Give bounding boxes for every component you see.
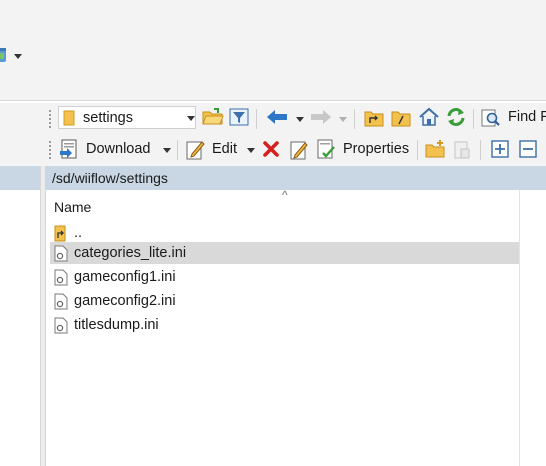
sort-indicator-icon: ^ <box>282 188 288 202</box>
root-directory-icon[interactable] <box>391 109 411 130</box>
file-list[interactable]: ^ Name .. categories_lite.ini gameconfig… <box>46 188 546 466</box>
download-button[interactable]: Download <box>86 141 151 157</box>
open-folder-icon[interactable] <box>202 108 224 129</box>
new-file-icon[interactable] <box>452 140 472 163</box>
rename-icon[interactable] <box>289 139 309 164</box>
top-toolbar <box>0 0 546 101</box>
refresh-icon[interactable] <box>445 107 467 130</box>
edit-dropdown-caret[interactable] <box>247 148 255 153</box>
current-path: /sd/wiiflow/settings <box>52 170 168 186</box>
back-arrow-icon[interactable] <box>266 109 288 128</box>
back-dropdown-caret[interactable] <box>296 117 304 122</box>
ini-file-icon <box>53 269 69 286</box>
folder-combo-value: settings <box>83 110 133 126</box>
toolbar-separator <box>354 109 355 129</box>
list-item[interactable]: titlesdump.ini <box>50 314 519 336</box>
action-toolbar: Download Edit Properties <box>0 135 546 167</box>
folder-combo[interactable]: settings <box>58 106 196 129</box>
toolbar-separator <box>256 109 257 129</box>
chevron-down-icon[interactable] <box>187 116 195 121</box>
left-pane-header <box>0 166 40 190</box>
collapse-icon[interactable] <box>519 140 537 161</box>
ini-file-icon <box>53 245 69 262</box>
list-item[interactable]: categories_lite.ini <box>50 242 519 264</box>
toolbar-separator <box>473 109 474 129</box>
find-icon[interactable] <box>481 108 501 131</box>
toolbar-grip <box>49 141 53 159</box>
download-icon[interactable] <box>59 139 79 164</box>
ini-file-icon <box>53 317 69 334</box>
folder-icon <box>63 110 75 129</box>
home-icon[interactable] <box>418 107 440 130</box>
properties-button[interactable]: Properties <box>343 141 409 157</box>
parent-folder-icon <box>53 225 69 242</box>
file-name: categories_lite.ini <box>74 245 187 261</box>
toolbar-separator <box>480 140 481 160</box>
file-name: gameconfig2.ini <box>74 293 176 309</box>
find-button[interactable]: Find F <box>508 109 546 125</box>
new-folder-icon[interactable] <box>425 139 447 162</box>
download-dropdown-caret[interactable] <box>163 148 171 153</box>
forward-arrow-icon[interactable] <box>310 109 332 128</box>
properties-icon[interactable] <box>316 139 336 164</box>
toolbar-separator <box>417 140 418 160</box>
parent-directory-icon[interactable] <box>364 109 384 130</box>
nav-toolbar: settings Find F <box>0 103 546 135</box>
toolbar-grip <box>49 110 53 128</box>
ini-file-icon <box>53 293 69 310</box>
sync-dropdown-caret[interactable] <box>14 54 22 59</box>
toolbar-separator <box>177 140 178 160</box>
name-column-header[interactable]: Name <box>54 199 91 215</box>
edit-button[interactable]: Edit <box>212 141 237 157</box>
list-item[interactable]: .. <box>50 222 519 244</box>
list-item[interactable]: gameconfig2.ini <box>50 290 519 312</box>
file-name: .. <box>74 225 83 241</box>
forward-dropdown-caret[interactable] <box>339 117 347 122</box>
file-name: gameconfig1.ini <box>74 269 176 285</box>
expand-icon[interactable] <box>491 140 509 161</box>
column-divider[interactable] <box>519 190 520 466</box>
file-name: titlesdump.ini <box>74 317 159 333</box>
sync-icon[interactable] <box>0 45 10 70</box>
filter-icon[interactable] <box>229 108 249 129</box>
delete-icon[interactable] <box>262 140 280 161</box>
edit-icon[interactable] <box>185 139 205 164</box>
path-bar: /sd/wiiflow/settings <box>46 166 546 190</box>
list-item[interactable]: gameconfig1.ini <box>50 266 519 288</box>
